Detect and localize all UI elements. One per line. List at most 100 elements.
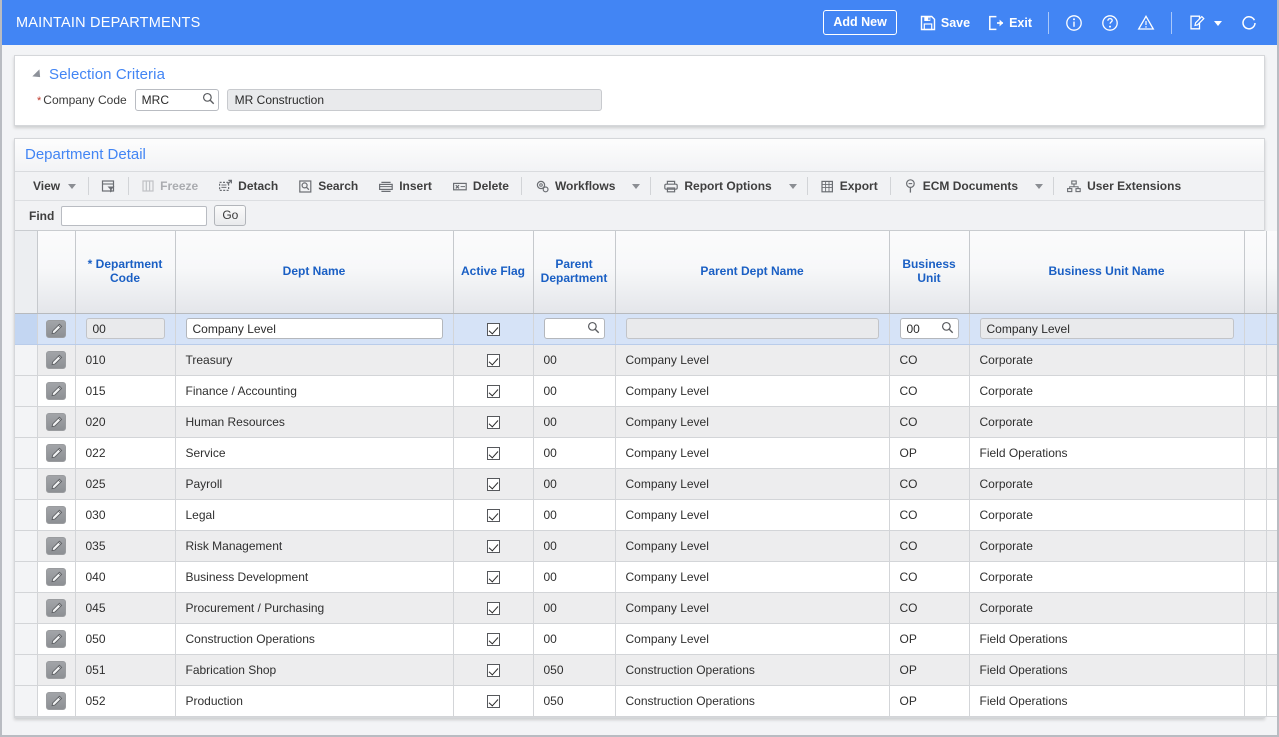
active-flag-checkbox[interactable] [486, 322, 500, 336]
ecm-documents-caret-button[interactable] [1028, 172, 1051, 200]
save-button[interactable]: Save [911, 11, 979, 35]
active-flag-checkbox[interactable] [486, 446, 500, 460]
cell-parent-department[interactable] [533, 313, 616, 345]
row-edit-cell[interactable] [37, 313, 76, 345]
cell-active-flag[interactable] [453, 468, 534, 500]
help-button[interactable] [1092, 10, 1128, 36]
cell-active-flag[interactable] [453, 654, 534, 686]
edit-row-button[interactable] [46, 505, 66, 524]
edit-row-button[interactable] [46, 381, 66, 400]
cell-business-unit[interactable] [889, 313, 970, 345]
cell-active-flag[interactable] [453, 499, 534, 531]
search-button[interactable]: Search [288, 172, 368, 200]
cell-active-flag[interactable] [453, 437, 534, 469]
table-row[interactable]: 030 Legal 00 Company Level CO Corporate [15, 499, 1277, 531]
header-dept-code[interactable]: * Department Code [75, 231, 176, 314]
row-edit-cell[interactable] [37, 344, 76, 376]
dept-name-input[interactable] [185, 318, 443, 339]
add-new-button[interactable]: Add New [823, 9, 897, 36]
active-flag-checkbox[interactable] [486, 384, 500, 398]
row-select-gutter[interactable] [15, 437, 38, 469]
row-edit-cell[interactable] [37, 561, 76, 593]
row-select-gutter[interactable] [15, 561, 38, 593]
edit-row-button[interactable] [46, 536, 66, 555]
active-flag-checkbox[interactable] [486, 353, 500, 367]
view-menu-button[interactable]: View [23, 172, 86, 200]
cell-dept-code[interactable] [75, 313, 176, 345]
info-button[interactable] [1056, 10, 1092, 36]
table-row[interactable]: 020 Human Resources 00 Company Level CO Corpo… [15, 406, 1277, 438]
active-flag-checkbox[interactable] [486, 663, 500, 677]
notes-button[interactable] [1179, 10, 1231, 36]
row-select-gutter[interactable] [15, 375, 38, 407]
edit-row-button[interactable] [46, 474, 66, 493]
cell-dept-name[interactable] [175, 313, 454, 345]
company-code-input[interactable] [134, 89, 219, 111]
row-edit-cell[interactable] [37, 623, 76, 655]
active-flag-checkbox[interactable] [486, 601, 500, 615]
table-row[interactable]: 045 Procurement / Purchasing 00 Company Lev… [15, 592, 1277, 624]
dept-code-input[interactable] [85, 318, 165, 339]
table-row[interactable]: 025 Payroll 00 Company Level CO Corporate [15, 468, 1277, 500]
export-button[interactable]: Export [810, 172, 888, 200]
header-parent-dept-name[interactable]: Parent Dept Name [615, 231, 890, 314]
table-row[interactable]: 035 Risk Management 00 Company Level CO Corpo… [15, 530, 1277, 562]
row-select-gutter[interactable] [15, 592, 38, 624]
edit-row-button[interactable] [46, 598, 66, 617]
header-active-flag[interactable]: Active Flag [453, 231, 534, 314]
row-edit-cell[interactable] [37, 437, 76, 469]
insert-button[interactable]: Insert [368, 172, 442, 200]
row-edit-cell[interactable] [37, 468, 76, 500]
row-edit-cell[interactable] [37, 406, 76, 438]
row-select-gutter[interactable] [15, 468, 38, 500]
find-input[interactable] [61, 205, 208, 226]
business-unit-input[interactable] [899, 318, 959, 339]
active-flag-checkbox[interactable] [486, 508, 500, 522]
go-button[interactable]: Go [214, 205, 247, 226]
table-row[interactable]: 022 Service 00 Company Level OP Field Operati… [15, 437, 1277, 469]
edit-row-button[interactable] [46, 350, 66, 369]
cell-active-flag[interactable] [453, 592, 534, 624]
user-extensions-button[interactable]: User Extensions [1056, 172, 1191, 200]
edit-row-button[interactable] [46, 443, 66, 462]
query-by-example-button[interactable] [91, 172, 126, 200]
table-row[interactable]: 052 Production 050 Construction Operations O… [15, 685, 1277, 717]
header-parent-department[interactable]: Parent Department [533, 231, 616, 314]
header-business-unit[interactable]: Business Unit [889, 231, 970, 314]
cell-active-flag[interactable] [453, 406, 534, 438]
table-row[interactable]: 015 Finance / Accounting 00 Company Level CO… [15, 375, 1277, 407]
report-options-button[interactable]: Report Options [653, 172, 781, 200]
workflows-caret-button[interactable] [625, 172, 648, 200]
detach-button[interactable]: Detach [208, 172, 288, 200]
table-row[interactable]: 050 Construction Operations 00 Company Leve… [15, 623, 1277, 655]
ecm-documents-button[interactable]: ECM Documents [893, 172, 1028, 200]
active-flag-checkbox[interactable] [486, 694, 500, 708]
report-options-caret-button[interactable] [782, 172, 805, 200]
row-edit-cell[interactable] [37, 530, 76, 562]
row-edit-cell[interactable] [37, 499, 76, 531]
notes-caret-icon[interactable] [1214, 20, 1222, 26]
cell-active-flag[interactable] [453, 344, 534, 376]
cell-active-flag[interactable] [453, 561, 534, 593]
cell-active-flag[interactable] [453, 313, 534, 345]
row-edit-cell[interactable] [37, 685, 76, 717]
active-flag-checkbox[interactable] [486, 539, 500, 553]
active-flag-checkbox[interactable] [486, 570, 500, 584]
row-select-gutter[interactable] [15, 499, 38, 531]
edit-row-button[interactable] [46, 629, 66, 648]
exit-button[interactable]: Exit [979, 11, 1041, 35]
row-select-gutter[interactable] [15, 654, 38, 686]
edit-row-button[interactable] [46, 412, 66, 431]
table-row[interactable]: 010 Treasury 00 Company Level CO Corporate [15, 344, 1277, 376]
table-row[interactable]: 051 Fabrication Shop 050 Construction Opera… [15, 654, 1277, 686]
cell-active-flag[interactable] [453, 375, 534, 407]
row-select-gutter[interactable] [15, 685, 38, 717]
freeze-button[interactable]: Freeze [131, 172, 208, 200]
edit-row-button[interactable] [46, 691, 66, 710]
cell-active-flag[interactable] [453, 623, 534, 655]
row-edit-cell[interactable] [37, 654, 76, 686]
row-select-gutter[interactable] [15, 406, 38, 438]
header-business-unit-name[interactable]: Business Unit Name [969, 231, 1245, 314]
delete-button[interactable]: Delete [442, 172, 519, 200]
collapse-triangle-icon[interactable] [32, 68, 44, 81]
